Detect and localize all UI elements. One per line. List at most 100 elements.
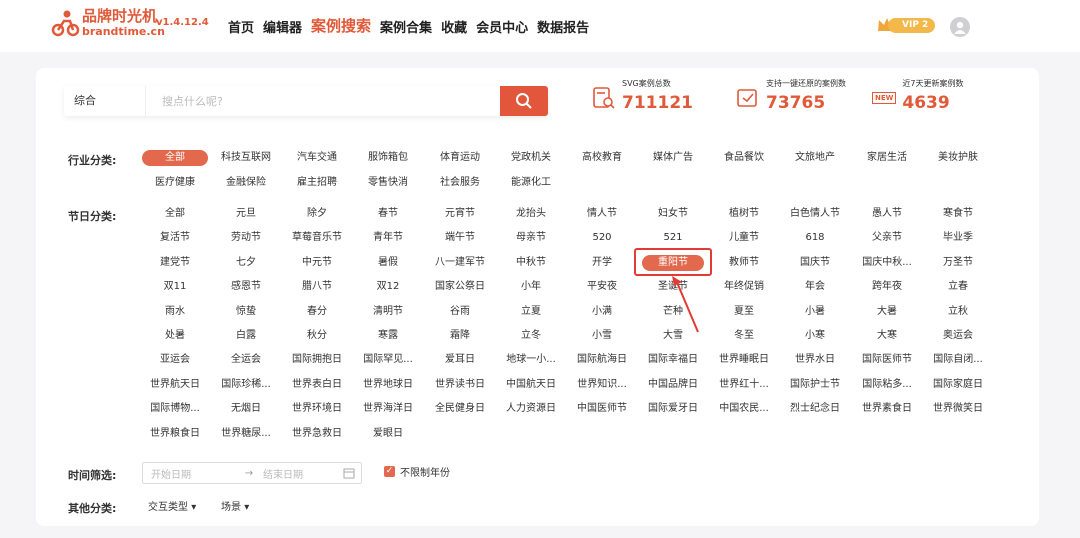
festival-tag[interactable]: 国际博物... — [142, 401, 208, 417]
festival-tag[interactable]: 小满 — [569, 304, 635, 320]
festival-tag[interactable]: 愚人节 — [854, 206, 920, 222]
industry-tag[interactable]: 雇主招聘 — [284, 175, 350, 191]
date-range-picker[interactable]: 开始日期 → 结束日期 — [142, 462, 362, 484]
festival-tag[interactable]: 教师节 — [711, 255, 777, 271]
festival-tag[interactable]: 无烟日 — [213, 401, 279, 417]
festival-tag[interactable]: 霜降 — [427, 328, 493, 344]
festival-tag[interactable]: 白露 — [213, 328, 279, 344]
nav-editor[interactable]: 编辑器 — [263, 17, 302, 36]
festival-tag[interactable]: 世界海洋日 — [355, 401, 421, 417]
festival-tag[interactable]: 小暑 — [782, 304, 848, 320]
festival-tag[interactable]: 世界表白日 — [284, 377, 350, 393]
festival-tag[interactable]: 国际拥抱日 — [284, 352, 350, 368]
industry-tag[interactable]: 社会服务 — [427, 175, 493, 191]
festival-tag[interactable]: 国家公祭日 — [427, 279, 493, 295]
festival-tag[interactable]: 谷雨 — [427, 304, 493, 320]
festival-tag[interactable]: 植树节 — [711, 206, 777, 222]
festival-tag[interactable]: 跨年夜 — [854, 279, 920, 295]
festival-tag[interactable]: 惊蛰 — [213, 304, 279, 320]
festival-tag[interactable]: 雨水 — [142, 304, 208, 320]
festival-tag[interactable]: 国际爱牙日 — [640, 401, 706, 417]
festival-tag[interactable]: 母亲节 — [498, 230, 564, 246]
festival-tag[interactable]: 国际幸福日 — [640, 352, 706, 368]
festival-tag[interactable]: 开学 — [569, 255, 635, 271]
festival-tag[interactable]: 世界航天日 — [142, 377, 208, 393]
industry-tag[interactable]: 美妆护肤 — [925, 150, 991, 166]
festival-tag[interactable]: 龙抬头 — [498, 206, 564, 222]
festival-tag[interactable]: 世界读书日 — [427, 377, 493, 393]
festival-tag[interactable]: 劳动节 — [213, 230, 279, 246]
festival-tag[interactable]: 世界知识... — [569, 377, 635, 393]
festival-tag[interactable]: 双12 — [355, 279, 421, 295]
festival-tag[interactable]: 618 — [782, 230, 848, 246]
brand-logo[interactable]: 品牌时光机 brandtime.cn — [50, 8, 165, 38]
festival-tag[interactable]: 小雪 — [569, 328, 635, 344]
festival-tag[interactable]: 人力资源日 — [498, 401, 564, 417]
search-input[interactable] — [146, 86, 500, 116]
nav-home[interactable]: 首页 — [228, 17, 254, 36]
festival-tag[interactable]: 元旦 — [213, 206, 279, 222]
festival-tag[interactable]: 寒食节 — [925, 206, 991, 222]
festival-tag[interactable]: 爱眼日 — [355, 426, 421, 442]
festival-tag[interactable]: 感恩节 — [213, 279, 279, 295]
vip-badge[interactable]: VIP 2 — [876, 16, 936, 34]
festival-tag[interactable]: 世界微笑日 — [925, 401, 991, 417]
festival-tag[interactable]: 国际护士节 — [782, 377, 848, 393]
festival-tag[interactable]: 清明节 — [355, 304, 421, 320]
industry-tag[interactable]: 科技互联网 — [213, 150, 279, 166]
industry-tag[interactable]: 零售快消 — [355, 175, 421, 191]
nav-case-collection[interactable]: 案例合集 — [380, 17, 432, 36]
festival-tag[interactable]: 世界素食日 — [854, 401, 920, 417]
festival-tag[interactable]: 立秋 — [925, 304, 991, 320]
nav-member-center[interactable]: 会员中心 — [476, 17, 528, 36]
festival-tag[interactable]: 毕业季 — [925, 230, 991, 246]
search-button[interactable] — [500, 86, 548, 116]
festival-tag[interactable]: 八一建军节 — [427, 255, 493, 271]
festival-tag[interactable]: 全民健身日 — [427, 401, 493, 417]
festival-tag[interactable]: 521 — [640, 230, 706, 246]
festival-tag[interactable]: 世界环境日 — [284, 401, 350, 417]
industry-tag[interactable]: 党政机关 — [498, 150, 564, 166]
festival-tag[interactable]: 年终促销 — [711, 279, 777, 295]
festival-tag[interactable]: 国庆中秋... — [854, 255, 920, 271]
industry-tag[interactable]: 媒体广告 — [640, 150, 706, 166]
festival-tag[interactable]: 奥运会 — [925, 328, 991, 344]
festival-tag[interactable]: 七夕 — [213, 255, 279, 271]
festival-tag[interactable]: 中元节 — [284, 255, 350, 271]
festival-tag[interactable]: 亚运会 — [142, 352, 208, 368]
festival-tag[interactable]: 小寒 — [782, 328, 848, 344]
festival-tag[interactable]: 双11 — [142, 279, 208, 295]
festival-tag[interactable]: 年会 — [782, 279, 848, 295]
nav-favorites[interactable]: 收藏 — [441, 17, 467, 36]
festival-tag[interactable]: 国际医师节 — [854, 352, 920, 368]
festival-tag[interactable]: 复活节 — [142, 230, 208, 246]
end-date-input[interactable]: 结束日期 — [259, 466, 343, 481]
festival-tag[interactable]: 万圣节 — [925, 255, 991, 271]
festival-tag[interactable]: 国际罕见... — [355, 352, 421, 368]
festival-tag[interactable]: 儿童节 — [711, 230, 777, 246]
avatar[interactable] — [950, 17, 970, 37]
industry-tag[interactable]: 服饰箱包 — [355, 150, 421, 166]
festival-tag[interactable]: 世界红十... — [711, 377, 777, 393]
festival-tag[interactable]: 立春 — [925, 279, 991, 295]
festival-tag[interactable]: 世界睡眠日 — [711, 352, 777, 368]
festival-tag[interactable]: 妇女节 — [640, 206, 706, 222]
nav-case-search[interactable]: 案例搜索 — [311, 15, 371, 36]
festival-tag[interactable]: 世界水日 — [782, 352, 848, 368]
festival-tag[interactable]: 父亲节 — [854, 230, 920, 246]
festival-tag[interactable]: 全运会 — [213, 352, 279, 368]
festival-tag[interactable]: 世界粮食日 — [142, 426, 208, 442]
festival-tag[interactable]: 烈士纪念日 — [782, 401, 848, 417]
start-date-input[interactable]: 开始日期 — [143, 466, 239, 481]
industry-tag[interactable]: 金融保险 — [213, 175, 279, 191]
festival-tag[interactable]: 国际粘多... — [854, 377, 920, 393]
festival-tag[interactable]: 白色情人节 — [782, 206, 848, 222]
festival-tag[interactable]: 中国医师节 — [569, 401, 635, 417]
unlimited-year-checkbox[interactable]: ✓ — [384, 466, 395, 477]
interaction-type-dropdown[interactable]: 交互类型 ▾ — [148, 498, 196, 513]
industry-tag[interactable]: 能源化工 — [498, 175, 564, 191]
festival-tag[interactable]: 世界地球日 — [355, 377, 421, 393]
search-type-select[interactable]: 综合 — [64, 86, 146, 116]
festival-tag[interactable]: 建党节 — [142, 255, 208, 271]
festival-tag[interactable]: 520 — [569, 230, 635, 246]
